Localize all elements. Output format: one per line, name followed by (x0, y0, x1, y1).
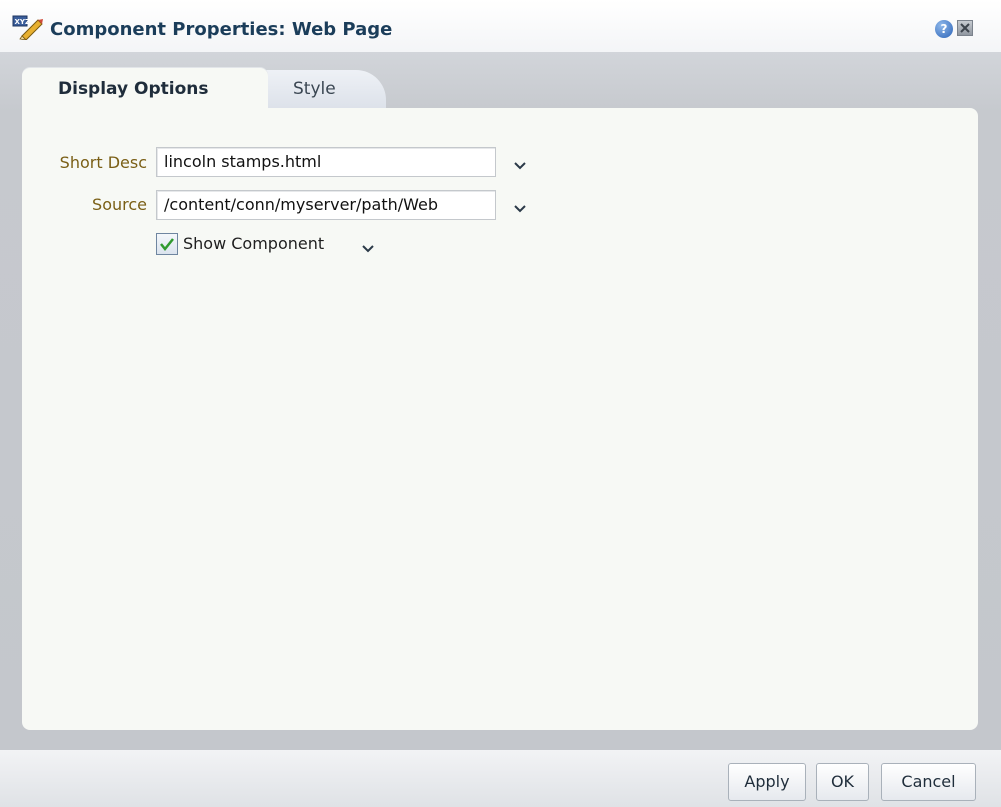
short-desc-label: Short Desc (59, 153, 147, 172)
chevron-down-icon[interactable] (361, 239, 375, 253)
svg-text:XYZ: XYZ (15, 18, 31, 26)
dialog-title-bar: XYZ Component Properties: Web Page ? (0, 0, 1001, 52)
close-icon[interactable] (957, 20, 973, 36)
tab-style[interactable]: Style (258, 70, 386, 108)
short-desc-field[interactable]: lincoln stamps.html (156, 147, 496, 177)
cancel-button[interactable]: Cancel (881, 763, 976, 801)
dialog-title: Component Properties: Web Page (50, 19, 393, 40)
show-component-checkbox[interactable] (156, 233, 178, 255)
ok-button[interactable]: OK (816, 763, 869, 801)
help-icon[interactable]: ? (935, 20, 953, 38)
edit-properties-icon: XYZ (12, 14, 44, 41)
chevron-down-icon[interactable] (513, 199, 527, 213)
source-label: Source (92, 195, 147, 214)
apply-button[interactable]: Apply (728, 763, 806, 801)
tab-style-label: Style (293, 79, 336, 99)
source-field[interactable]: /content/conn/myserver/path/Web (156, 190, 496, 220)
chevron-down-icon[interactable] (513, 156, 527, 170)
tab-display-options[interactable]: Display Options (22, 68, 268, 110)
show-component-label[interactable]: Show Component (183, 234, 324, 253)
tab-display-options-label: Display Options (58, 79, 209, 99)
